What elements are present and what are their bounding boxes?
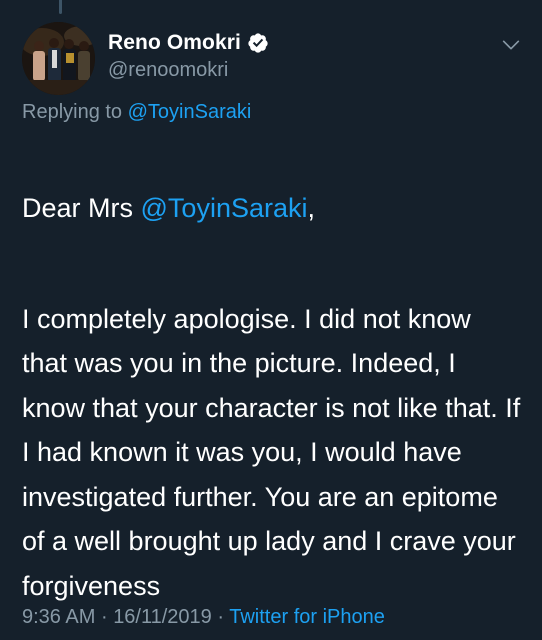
tweet-header: Reno Omokri @renoomokri xyxy=(22,22,526,95)
tweet-text: Dear Mrs @ToyinSaraki, I completely apol… xyxy=(22,141,522,640)
meta-separator-2: · xyxy=(217,606,225,628)
tweet-message: I completely apologise. I did not know t… xyxy=(22,303,521,601)
tweet-source[interactable]: Twitter for iPhone xyxy=(229,606,385,628)
author-handle[interactable]: @renoomokri xyxy=(108,59,269,82)
display-name-row: Reno Omokri xyxy=(108,30,269,56)
greeting-mention[interactable]: @ToyinSaraki xyxy=(141,193,308,223)
tweet-time[interactable]: 9:36 AM xyxy=(22,606,95,628)
replying-to-mention[interactable]: @ToyinSaraki xyxy=(128,101,252,123)
tweet-meta: 9:36 AM · 16/11/2019 · Twitter for iPhon… xyxy=(22,606,385,629)
greeting-suffix: , xyxy=(307,192,316,223)
thread-connector-line xyxy=(59,0,62,14)
author-block: Reno Omokri @renoomokri xyxy=(108,30,269,82)
avatar[interactable] xyxy=(22,22,95,95)
replying-to: Replying to @ToyinSaraki xyxy=(22,101,251,124)
display-name[interactable]: Reno Omokri xyxy=(108,31,241,55)
replying-to-label: Replying to xyxy=(22,101,123,123)
chevron-down-icon[interactable] xyxy=(500,34,522,56)
meta-separator: · xyxy=(100,606,108,628)
verified-badge-icon xyxy=(248,33,268,53)
tweet-greeting: Dear Mrs @ToyinSaraki, xyxy=(22,186,522,231)
tweet-date[interactable]: 16/11/2019 xyxy=(113,606,212,628)
greeting-prefix: Dear Mrs xyxy=(22,192,141,223)
